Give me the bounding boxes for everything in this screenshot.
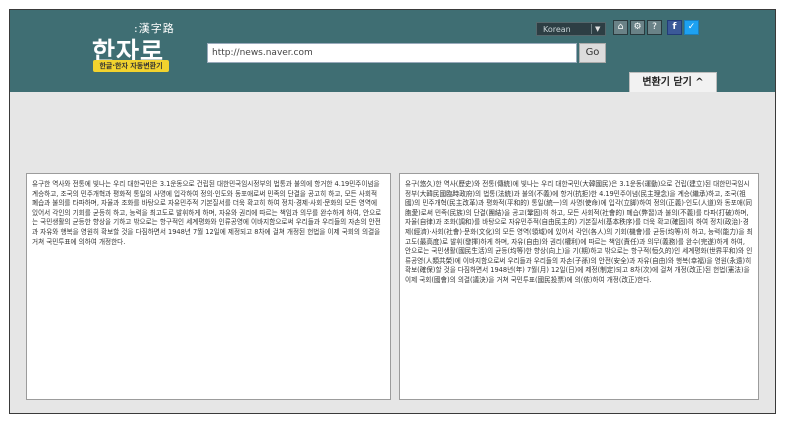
app-window: :漢字路 한자로 한글·한자 자동변환기 Go Korean ▼ ⌂ ⚙ ? f… (9, 9, 776, 414)
logo-badge: 한글·한자 자동변환기 (93, 60, 169, 72)
help-icon[interactable]: ? (647, 20, 662, 35)
facebook-icon[interactable]: f (667, 20, 682, 35)
hanja-output-textarea[interactable]: 유구(悠久)한 역사(歷史)와 전통(傳統)에 빛나는 우리 대한국민(大韓國民… (399, 173, 759, 400)
header-bar: :漢字路 한자로 한글·한자 자동변환기 Go Korean ▼ ⌂ ⚙ ? f… (10, 10, 775, 92)
language-select-divider (591, 24, 592, 34)
hangul-input-textarea[interactable]: 유구한 역사와 전통에 빛나는 우리 대한국민은 3.1운동으로 건립된 대한민… (26, 173, 391, 400)
close-converter-tab[interactable]: 변환기 닫기 ^ (629, 72, 717, 92)
chevron-down-icon: ▼ (595, 25, 601, 33)
twitter-icon[interactable]: ✓ (684, 20, 699, 35)
gear-icon[interactable]: ⚙ (630, 20, 645, 35)
url-input[interactable] (207, 43, 577, 63)
language-select-label: Korean (543, 25, 571, 34)
language-select[interactable]: Korean ▼ (536, 22, 606, 36)
home-icon[interactable]: ⌂ (613, 20, 628, 35)
go-button[interactable]: Go (579, 43, 606, 63)
